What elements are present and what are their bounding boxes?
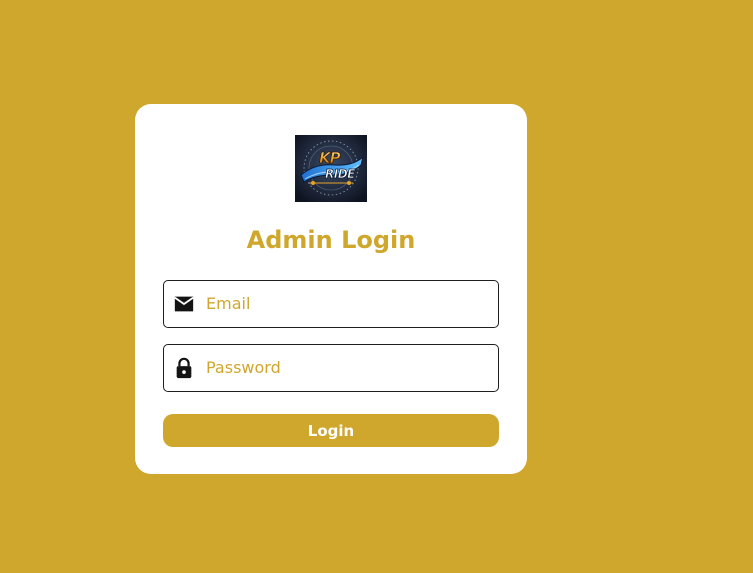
lock-icon — [176, 357, 192, 379]
login-card: KP RIDE Admin Login Login — [135, 104, 527, 474]
svg-text:KP: KP — [319, 149, 341, 167]
svg-text:RIDE: RIDE — [325, 167, 356, 181]
email-input[interactable] — [206, 281, 492, 326]
password-field[interactable] — [163, 344, 499, 392]
login-button[interactable]: Login — [163, 414, 499, 447]
email-field[interactable] — [163, 280, 499, 328]
mail-icon — [174, 296, 194, 312]
password-input[interactable] — [206, 345, 492, 390]
page-title: Admin Login — [246, 226, 416, 254]
kp-ride-logo: KP RIDE — [295, 135, 367, 202]
